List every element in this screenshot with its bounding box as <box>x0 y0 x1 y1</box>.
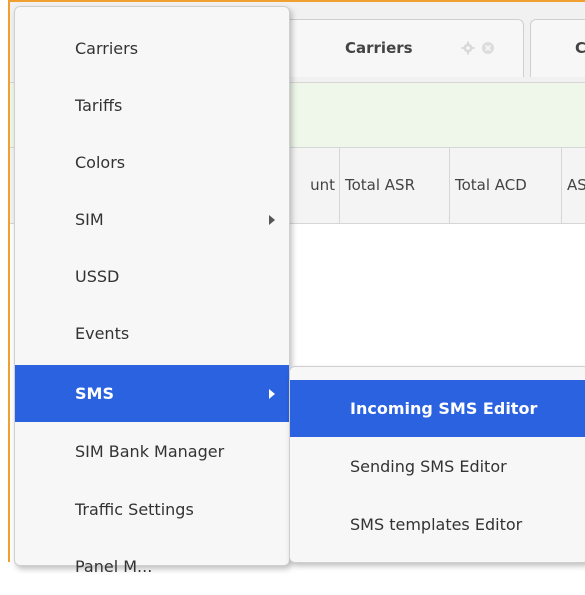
menu-item-label: Tariffs <box>75 96 123 115</box>
menu-item-label: Colors <box>75 153 126 172</box>
gear-icon[interactable] <box>461 41 475 55</box>
submenu-item-label: SMS templates Editor <box>350 515 523 534</box>
menu-item-sim-bank-manager[interactable]: SIM Bank Manager <box>15 423 289 480</box>
submenu-item-sending-sms-editor[interactable]: Sending SMS Editor <box>290 438 585 495</box>
close-icon[interactable] <box>481 41 495 55</box>
menu-item-panel[interactable]: Panel M... <box>15 538 289 595</box>
main-menu: Carriers Tariffs Colors SIM USSD Events … <box>14 6 290 576</box>
submenu-item-label: Sending SMS Editor <box>350 457 507 476</box>
menu-item-sim[interactable]: SIM <box>15 191 289 248</box>
sms-submenu: Incoming SMS Editor Sending SMS Editor S… <box>289 366 585 563</box>
menu-item-label: Carriers <box>75 39 139 58</box>
column-header-as[interactable]: AS <box>562 148 585 223</box>
submenu-arrow-icon <box>269 389 275 399</box>
menu-item-tariffs[interactable]: Tariffs <box>15 77 289 134</box>
menu-item-sms[interactable]: SMS <box>15 365 289 422</box>
menu-item-label: USSD <box>75 267 120 286</box>
menu-item-traffic-settings[interactable]: Traffic Settings <box>15 481 289 538</box>
menu-item-colors[interactable]: Colors <box>15 134 289 191</box>
tab-co[interactable]: Co <box>530 19 585 77</box>
column-header-total-acd[interactable]: Total ACD <box>450 148 562 223</box>
column-header-total-asr[interactable]: Total ASR <box>340 148 450 223</box>
menu-item-label: Traffic Settings <box>75 500 194 519</box>
tab-co-label: Co <box>575 39 585 57</box>
menu-item-events[interactable]: Events <box>15 305 289 362</box>
tab-carriers-label: Carriers <box>345 39 413 57</box>
menu-item-label: SIM <box>75 210 104 229</box>
tab-carriers[interactable]: Carriers <box>262 19 524 77</box>
submenu-item-incoming-sms-editor[interactable]: Incoming SMS Editor <box>290 380 585 437</box>
menu-item-label: SIM Bank Manager <box>75 442 225 461</box>
submenu-item-sms-templates-editor[interactable]: SMS templates Editor <box>290 496 585 553</box>
menu-item-ussd[interactable]: USSD <box>15 248 289 305</box>
menu-item-carriers[interactable]: Carriers <box>15 20 289 77</box>
menu-item-label: SMS <box>75 384 114 403</box>
submenu-arrow-icon <box>269 215 275 225</box>
submenu-item-label: Incoming SMS Editor <box>350 399 538 418</box>
menu-item-label: Events <box>75 324 130 343</box>
menu-item-label: Panel M... <box>75 557 153 576</box>
